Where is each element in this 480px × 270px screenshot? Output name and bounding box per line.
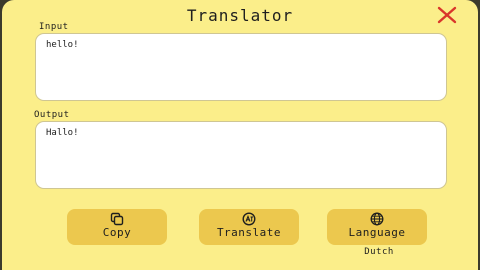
close-button[interactable] [436,6,458,24]
language-button-label: Language [348,226,406,239]
copy-button[interactable]: Copy [67,209,167,245]
globe-icon [370,212,384,226]
copy-button-label: Copy [102,226,132,239]
output-label: Output [34,110,70,120]
input-text: hello! [46,40,79,50]
translate-button[interactable]: Translate [199,209,299,245]
translate-icon [242,212,256,226]
copy-icon [110,212,124,226]
app-title: Translator [186,6,294,25]
output-textarea[interactable]: Hallo! [35,121,447,189]
translate-button-label: Translate [216,226,282,239]
output-text: Hallo! [46,128,79,138]
input-textarea[interactable]: hello! [35,33,447,101]
translator-window: Translator Input hello! Output Hallo! Co… [2,0,478,270]
input-label: Input [39,22,69,32]
selected-language: Dutch [364,247,394,257]
language-button[interactable]: Language [327,209,427,245]
close-icon [437,6,457,24]
